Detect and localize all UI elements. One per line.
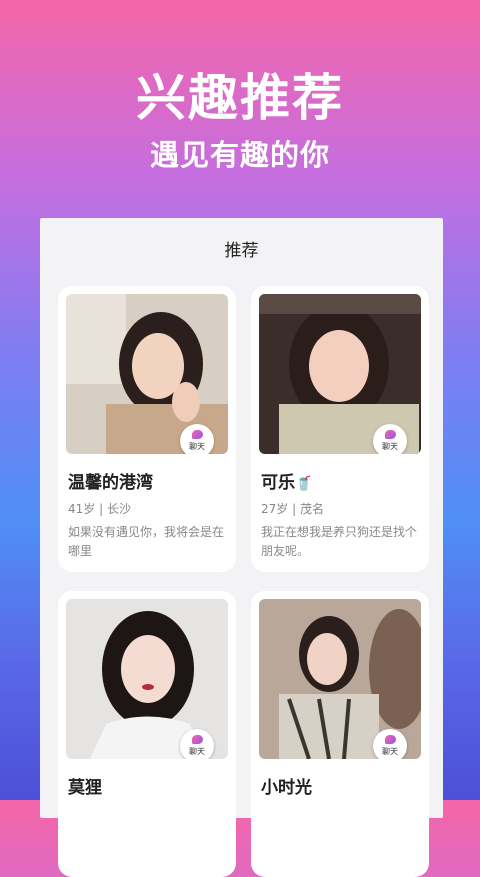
panel-title: 推荐 bbox=[224, 241, 259, 261]
chat-icon bbox=[384, 735, 396, 744]
drink-emoji: 🥤 bbox=[295, 476, 313, 492]
profile-card[interactable]: 聊天 小时光 bbox=[251, 591, 429, 877]
chat-button[interactable]: 聊天 bbox=[373, 424, 407, 454]
profile-photo[interactable]: 聊天 bbox=[66, 599, 228, 759]
profile-meta: 27岁 | 茂名 bbox=[261, 502, 324, 516]
chat-button[interactable]: 聊天 bbox=[180, 424, 214, 454]
profile-bio: 如果没有遇见你，我将会是在哪里 bbox=[68, 525, 225, 558]
profile-bio: 我正在想我是养只狗还是找个朋友呢。 bbox=[261, 525, 418, 558]
profile-name-text: 可乐 bbox=[261, 473, 295, 493]
profile-name: 莫狸 bbox=[68, 778, 102, 798]
profile-card[interactable]: 聊天 温馨的港湾 41岁 | 长沙 如果没有遇见你，我将会是在哪里 bbox=[58, 286, 236, 572]
profile-photo[interactable]: 聊天 bbox=[259, 599, 421, 759]
chat-icon bbox=[384, 430, 396, 439]
recommend-panel: 推荐 聊天 温馨的港湾 41岁 | 长沙 如果没有遇见你，我将会是在哪里 聊天 … bbox=[40, 218, 443, 877]
chat-label: 聊天 bbox=[189, 442, 205, 451]
profile-photo[interactable]: 聊天 bbox=[66, 294, 228, 454]
chat-label: 聊天 bbox=[382, 442, 398, 451]
profile-meta: 41岁 | 长沙 bbox=[68, 502, 131, 516]
chat-label: 聊天 bbox=[382, 747, 398, 756]
hero-title: 兴趣推荐 bbox=[136, 69, 344, 127]
hero-subtitle: 遇见有趣的你 bbox=[149, 138, 330, 172]
profile-name: 温馨的港湾 bbox=[68, 473, 153, 493]
chat-icon bbox=[191, 735, 203, 744]
profile-name: 可乐🥤 bbox=[261, 468, 312, 493]
profile-photo[interactable]: 聊天 bbox=[259, 294, 421, 454]
profile-card[interactable]: 聊天 可乐🥤 27岁 | 茂名 我正在想我是养只狗还是找个朋友呢。 bbox=[251, 286, 429, 572]
profile-card[interactable]: 聊天 莫狸 bbox=[58, 591, 236, 877]
chat-label: 聊天 bbox=[189, 747, 205, 756]
chat-button[interactable]: 聊天 bbox=[373, 729, 407, 759]
chat-icon bbox=[191, 430, 203, 439]
profile-name: 小时光 bbox=[261, 778, 312, 798]
chat-button[interactable]: 聊天 bbox=[180, 729, 214, 759]
